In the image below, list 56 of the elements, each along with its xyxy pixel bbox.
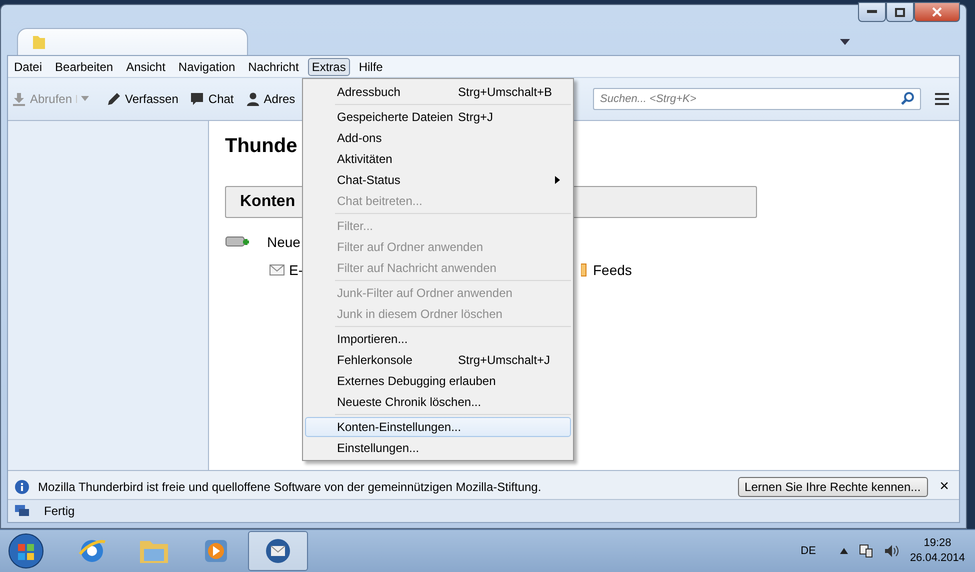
- network-icon[interactable]: [858, 543, 874, 559]
- rights-button[interactable]: Lernen Sie Ihre Rechte kennen...: [738, 476, 928, 496]
- show-hidden-icon[interactable]: [840, 548, 848, 554]
- menu-item[interactable]: Ansicht: [122, 58, 170, 76]
- menu-entry[interactable]: Add-ons: [305, 128, 571, 148]
- new-item-label[interactable]: Neue: [267, 234, 300, 250]
- taskbar-button[interactable]: [248, 531, 308, 571]
- toolbar-button[interactable]: Verfassen: [107, 92, 178, 106]
- chat-icon: [190, 92, 204, 106]
- page-heading: Thunde: [225, 135, 298, 158]
- menu-icon[interactable]: [935, 93, 949, 105]
- toolbar-button[interactable]: Adres: [246, 92, 296, 106]
- menu-entry[interactable]: Importieren...: [305, 329, 571, 349]
- menu-item[interactable]: Navigation: [174, 58, 240, 76]
- email-item-label[interactable]: E-: [289, 262, 303, 278]
- menu-item[interactable]: Hilfe: [354, 58, 387, 76]
- minimize-button[interactable]: [858, 2, 886, 22]
- envelope-icon: [269, 264, 285, 276]
- info-icon: [14, 478, 30, 494]
- search-icon[interactable]: [901, 92, 914, 105]
- tab-list-icon[interactable]: [840, 39, 850, 45]
- menu-entry[interactable]: Konten-Einstellungen...: [305, 417, 571, 437]
- menu-entry[interactable]: Adressbuch Strg+Umschalt+B: [305, 82, 571, 102]
- feed-icon: [581, 263, 587, 277]
- menu-entry[interactable]: Einstellungen...: [305, 438, 571, 458]
- network-icon: [14, 504, 30, 518]
- menu-entry[interactable]: Gespeicherte Dateien Strg+J: [305, 107, 571, 127]
- menu-item[interactable]: Nachricht: [244, 58, 303, 76]
- volume-icon[interactable]: [884, 544, 900, 558]
- maximize-button[interactable]: [886, 2, 914, 22]
- close-notification-button[interactable]: ×: [936, 478, 953, 496]
- maximize-icon: [895, 8, 905, 16]
- start-button[interactable]: [6, 531, 46, 571]
- menu-item[interactable]: Extras: [308, 58, 350, 76]
- notification-text: Mozilla Thunderbird ist freie und quelloffene Software von der gemeinnützigen Mozilla-Stiftung.: [38, 480, 542, 494]
- close-button[interactable]: [914, 2, 960, 22]
- menu-entry[interactable]: Neueste Chronik löschen...: [305, 392, 571, 412]
- folder-icon: [32, 34, 46, 50]
- search-field[interactable]: Suchen... <Strg+K>: [593, 88, 921, 110]
- menu-item[interactable]: Datei: [10, 58, 46, 76]
- feeds-item-label[interactable]: Feeds: [593, 262, 632, 278]
- minimize-icon: [867, 10, 877, 14]
- menu-entry[interactable]: Externes Debugging erlauben: [305, 371, 571, 391]
- menu-item[interactable]: Bearbeiten: [51, 58, 118, 76]
- language-indicator[interactable]: DE: [800, 545, 816, 557]
- status-text: Fertig: [44, 504, 75, 518]
- person-icon: [246, 92, 260, 106]
- download-icon: [12, 92, 26, 106]
- toolbar-button[interactable]: Chat: [190, 92, 234, 106]
- clock[interactable]: 19:28 26.04.2014: [910, 536, 965, 566]
- mail-app-icon[interactable]: [263, 536, 293, 566]
- menu-entry[interactable]: Fehlerkonsole Strg+Umschalt+J: [305, 350, 571, 370]
- menu-entry[interactable]: Aktivitäten: [305, 149, 571, 169]
- pencil-icon: [107, 92, 122, 106]
- close-icon: [932, 7, 942, 17]
- media-player-icon[interactable]: [202, 537, 230, 565]
